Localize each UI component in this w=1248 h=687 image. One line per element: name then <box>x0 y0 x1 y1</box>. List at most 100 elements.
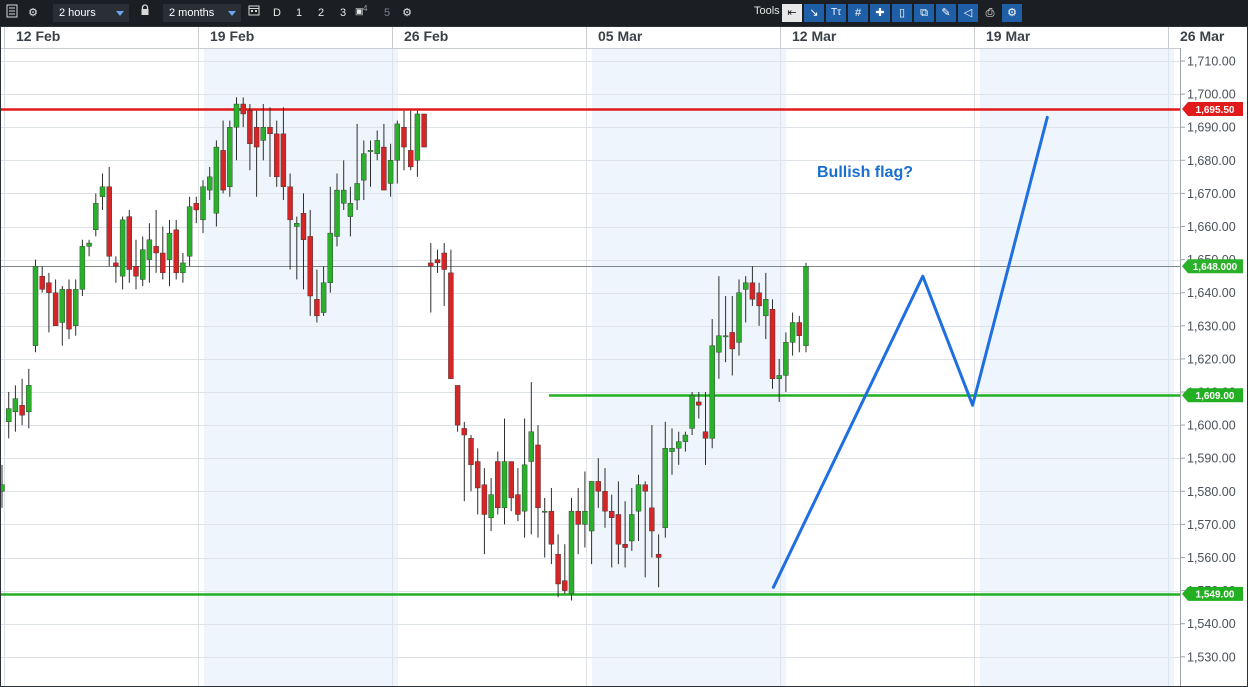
candle-body[interactable] <box>495 461 501 509</box>
text-tool-icon[interactable]: Tτ <box>826 4 846 22</box>
candle-body[interactable] <box>662 448 668 528</box>
candle-body[interactable] <box>702 431 709 439</box>
candle-body[interactable] <box>381 146 387 191</box>
candle-body[interactable] <box>521 464 528 512</box>
candle-body[interactable] <box>294 222 300 227</box>
candle-body[interactable] <box>220 150 226 191</box>
candle-body[interactable] <box>763 299 769 317</box>
candle-body[interactable] <box>696 401 702 406</box>
candle-body[interactable] <box>227 126 233 187</box>
candle-body[interactable] <box>146 239 153 260</box>
period-5-button[interactable]: 5 <box>378 4 396 22</box>
candle-body[interactable] <box>139 249 146 280</box>
candle-body[interactable] <box>602 491 608 512</box>
period-4-button[interactable]: ▣ 4 <box>352 4 370 22</box>
candle-body[interactable] <box>394 123 400 161</box>
candle-body[interactable] <box>354 183 360 201</box>
candle-body[interactable] <box>716 335 722 353</box>
candle-body[interactable] <box>582 510 588 525</box>
candle-body[interactable] <box>200 186 206 221</box>
candle-body[interactable] <box>515 494 521 515</box>
candle-body[interactable] <box>729 332 735 350</box>
candle-body[interactable] <box>542 510 548 513</box>
candle-body[interactable] <box>481 484 488 515</box>
candle-body[interactable] <box>682 434 689 442</box>
candle-body[interactable] <box>213 146 220 214</box>
candle-body[interactable] <box>166 232 173 260</box>
candle-body[interactable] <box>307 236 313 297</box>
candle-body[interactable] <box>615 514 622 545</box>
candle-body[interactable] <box>434 259 441 264</box>
candle-body[interactable] <box>86 242 92 247</box>
candle-body[interactable] <box>408 150 414 168</box>
candle-body[interactable] <box>501 461 508 509</box>
candle-body[interactable] <box>776 375 782 379</box>
gear-icon[interactable]: ⚙ <box>24 4 42 22</box>
candle-body[interactable] <box>180 262 186 274</box>
candle-body[interactable] <box>186 206 193 257</box>
candle-body[interactable] <box>655 553 662 558</box>
candle-body[interactable] <box>642 484 648 492</box>
candle-body[interactable] <box>722 335 729 338</box>
candle-body[interactable] <box>341 189 347 204</box>
candle-body[interactable] <box>756 292 762 307</box>
candle-body[interactable] <box>575 510 581 525</box>
interval-select[interactable]: 2 hours <box>53 4 129 22</box>
candle-body[interactable] <box>247 110 253 144</box>
candle-body[interactable] <box>475 461 481 489</box>
candle-body[interactable] <box>66 289 72 330</box>
candle-body[interactable] <box>72 289 79 327</box>
candle-body[interactable] <box>59 289 65 323</box>
candle-body[interactable] <box>274 133 280 178</box>
candle-body[interactable] <box>173 229 179 274</box>
list-icon[interactable] <box>3 4 21 22</box>
trendline-icon[interactable]: ↘ <box>804 4 824 22</box>
candle-body[interactable] <box>374 140 380 154</box>
period-2-button[interactable]: 2 <box>312 4 330 22</box>
arrow-left-icon[interactable]: ⇤ <box>782 4 802 22</box>
candle-body[interactable] <box>555 553 561 585</box>
candle-body[interactable] <box>327 232 333 283</box>
candle-body[interactable] <box>736 292 742 343</box>
candle-body[interactable] <box>528 431 534 462</box>
candle-body[interactable] <box>253 126 260 148</box>
candle-body[interactable] <box>206 176 213 191</box>
candle-body[interactable] <box>454 385 461 426</box>
candle-body[interactable] <box>106 186 112 257</box>
candle-body[interactable] <box>676 441 682 449</box>
range-select[interactable]: 2 months <box>163 4 241 22</box>
candle-body[interactable] <box>789 322 796 343</box>
candle-body[interactable] <box>387 160 394 184</box>
candle-body[interactable] <box>488 494 494 518</box>
candle-body[interactable] <box>153 246 159 254</box>
candle-body[interactable] <box>769 309 776 379</box>
candle-body[interactable] <box>52 292 59 327</box>
candle-body[interactable] <box>320 282 327 313</box>
candle-body[interactable] <box>347 203 354 217</box>
candle-body[interactable] <box>649 507 655 532</box>
candle-body[interactable] <box>803 266 809 346</box>
candle-body[interactable] <box>428 262 434 267</box>
candle-body[interactable] <box>267 126 273 135</box>
candle-body[interactable] <box>669 448 675 452</box>
calendar-icon[interactable] <box>245 4 263 22</box>
candle-body[interactable] <box>609 510 615 518</box>
period-d-button[interactable]: D <box>268 4 286 22</box>
candle-body[interactable] <box>133 266 139 277</box>
candle-body[interactable] <box>441 252 447 270</box>
candle-body[interactable] <box>448 272 454 379</box>
candle-body[interactable] <box>709 345 715 439</box>
candle-body[interactable] <box>548 510 555 545</box>
candle-body[interactable] <box>367 150 374 152</box>
candle-icon[interactable]: ▯ <box>892 4 912 22</box>
grid-icon[interactable]: # <box>848 4 868 22</box>
candle-body[interactable] <box>160 252 166 274</box>
candle-body[interactable] <box>19 405 25 416</box>
candle-body[interactable] <box>233 103 240 128</box>
candle-body[interactable] <box>314 299 320 317</box>
candle-body[interactable] <box>588 481 595 532</box>
lock-icon[interactable] <box>136 4 154 22</box>
candle-body[interactable] <box>629 514 635 542</box>
shape-icon[interactable]: ◁ <box>958 4 978 22</box>
candle-body[interactable] <box>508 461 514 499</box>
